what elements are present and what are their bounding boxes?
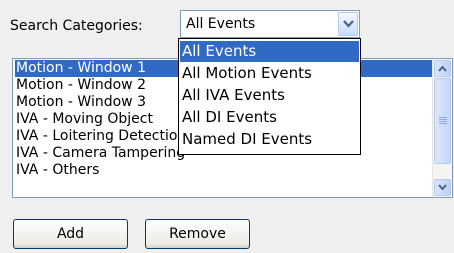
select-current-value: All Events — [186, 16, 256, 32]
dropdown-option-all-motion-events[interactable]: All Motion Events — [180, 63, 359, 84]
listbox-scrollbar[interactable] — [432, 59, 452, 197]
add-button[interactable]: Add — [13, 219, 128, 249]
chevron-down-icon — [343, 20, 354, 28]
scroll-up-button[interactable] — [434, 60, 451, 77]
thumb-grip-line — [439, 119, 447, 120]
dropdown-option-all-events[interactable]: All Events — [180, 41, 359, 62]
list-item[interactable]: IVA - Others — [15, 162, 433, 179]
dropdown-option-all-iva-events[interactable]: All IVA Events — [180, 85, 359, 106]
scroll-thumb[interactable] — [434, 78, 451, 164]
search-panel: Search Categories: All Events Motion - W… — [0, 0, 454, 253]
scroll-down-arrow-icon — [438, 184, 447, 191]
scroll-down-button[interactable] — [434, 179, 451, 196]
select-dropdown-button[interactable] — [338, 12, 358, 36]
scroll-up-arrow-icon — [438, 65, 447, 72]
search-categories-label: Search Categories: — [10, 18, 143, 34]
thumb-grip-line — [439, 123, 447, 124]
thumb-grip-line — [439, 117, 447, 118]
remove-button[interactable]: Remove — [145, 219, 250, 249]
dropdown-option-named-di-events[interactable]: Named DI Events — [180, 129, 359, 150]
dropdown-option-all-di-events[interactable]: All DI Events — [180, 107, 359, 128]
search-categories-select[interactable]: All Events — [180, 10, 360, 38]
search-categories-dropdown[interactable]: All Events All Motion Events All IVA Eve… — [178, 38, 361, 155]
thumb-grip-line — [439, 121, 447, 122]
